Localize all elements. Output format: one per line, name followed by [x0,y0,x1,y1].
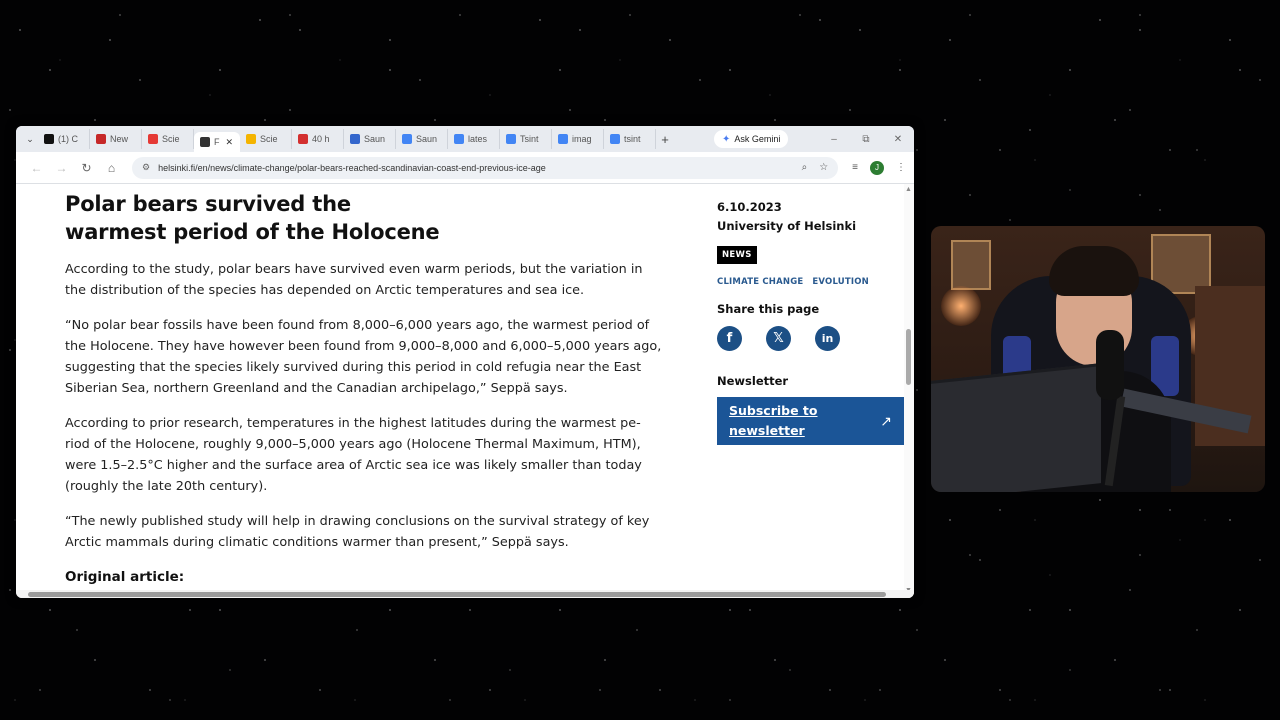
article-paragraph: According to the study, polar bears have… [65,262,643,298]
tab-label: tsint [624,134,641,144]
tab-search-chevron-icon[interactable]: ⌄ [22,134,38,145]
address-bar[interactable]: ⚙ helsinki.fi/en/news/climate-change/pol… [132,156,839,179]
original-article-heading: Original article: [65,569,185,585]
monitor [931,363,1101,492]
linkedin-icon[interactable]: in [815,326,840,351]
tab-label: imag [572,134,592,144]
browser-toolbar: ← → ↻ ⌂ ⚙ helsinki.fi/en/news/climate-ch… [16,152,914,184]
article-sidebar: 6.10.2023 University of Helsinki NEWS CL… [717,198,907,445]
browser-tab[interactable]: Scie [142,129,194,149]
browser-tab[interactable]: 40 h [292,129,344,149]
tab-label: lates [468,134,488,144]
browser-tab[interactable]: Saun [344,129,396,149]
share-heading: Share this page [717,302,820,316]
tag-climate-change[interactable]: CLIMATE CHANGE [717,277,803,287]
bookmark-star-icon[interactable]: ☆ [819,162,828,173]
tab-label: Saun [364,134,386,144]
forward-icon[interactable]: → [49,161,74,175]
social-share-buttons: f 𝕏 in [717,326,907,351]
scroll-up-icon[interactable]: ▲ [905,186,912,193]
hscroll-thumb[interactable] [28,592,886,597]
tab-label: Saun [416,134,438,144]
subscribe-newsletter-button[interactable]: Subscribe to newsletter ↗ [717,397,904,445]
microphone [1096,330,1124,400]
wiki-icon [350,134,360,144]
newsletter-heading: Newsletter [717,374,789,388]
browser-tab[interactable]: tsint [604,129,656,149]
window-controls: – ⧉ ✕ [818,134,914,145]
browser-window: ⌄ (1) C New Scie F ✕ Scie 40 h Saun Saun lates Tsi… [16,126,914,598]
tab-label: 40 h [312,134,330,144]
back-icon[interactable]: ← [24,161,49,175]
google-icon [506,134,516,144]
page-content: Polar bears survived the warmest period … [16,184,914,598]
browser-tab[interactable]: Saun [396,129,448,149]
tab-label: Scie [162,134,180,144]
browser-tab[interactable]: New [90,129,142,149]
topic-tags: CLIMATE CHANGE EVOLUTION [717,277,907,287]
google-icon [402,134,412,144]
tag-evolution[interactable]: EVOLUTION [812,277,869,287]
article-body: Polar bears survived the warmest period … [65,190,665,585]
browser-tab[interactable]: Tsint [500,129,552,149]
x-logo-icon [44,134,54,144]
gemini-spark-icon: ✦ [722,133,731,145]
tab-strip: ⌄ (1) C New Scie F ✕ Scie 40 h Saun Saun lates Tsi… [16,126,914,152]
webcam-overlay [931,226,1265,492]
google-icon [610,134,620,144]
ask-gemini-label: Ask Gemini [734,134,781,144]
string-light [941,286,981,326]
close-window-icon[interactable]: ✕ [882,134,914,145]
browser-tab[interactable]: (1) C [38,129,90,149]
title-line-2: warmest period of the Holocene [65,220,440,244]
title-line-1: Polar bears survived the [65,192,351,216]
cbc-icon [298,134,308,144]
browser-tab[interactable]: Scie [240,129,292,149]
bear-icon [200,137,210,147]
zoom-icon[interactable]: ⌕ [802,162,808,173]
google-icon [454,134,464,144]
arrow-up-right-icon: ↗ [880,412,892,429]
scroll-thumb[interactable] [906,329,911,385]
vertical-scrollbar[interactable]: ▲ ▼ [904,184,914,598]
site-info-icon[interactable]: ⚙ [142,162,150,173]
restore-icon[interactable]: ⧉ [850,134,882,145]
tab-label: (1) C [58,134,78,144]
more-menu-icon[interactable]: ⋮ [896,162,906,173]
new-tab-button[interactable]: + [656,132,674,147]
facebook-icon[interactable]: f [717,326,742,351]
browser-tab[interactable]: lates [448,129,500,149]
tab-label: Scie [260,134,278,144]
organization-name: University of Helsinki [717,219,857,233]
tab-label: New [110,134,129,144]
horizontal-scrollbar[interactable] [16,590,914,598]
wall-poster [951,240,991,290]
subscribe-label: Subscribe to newsletter [729,403,818,438]
science-icon [148,134,158,144]
profile-avatar[interactable]: J [870,160,884,175]
article-paragraph: According to prior research, temperature… [65,416,642,494]
home-icon[interactable]: ⌂ [99,161,124,175]
ask-gemini-button[interactable]: ✦ Ask Gemini [714,130,789,148]
science-icon [246,134,256,144]
publish-date: 6.10.2023 [717,200,782,214]
google-icon [558,134,568,144]
reload-icon[interactable]: ↻ [74,161,99,175]
browser-tab[interactable]: F ✕ [194,132,240,152]
news-icon [96,134,106,144]
x-icon[interactable]: 𝕏 [766,326,791,351]
article-paragraph: “The newly published study will help in … [65,514,650,550]
reading-list-icon[interactable]: ≡ [852,162,858,173]
url-text[interactable]: helsinki.fi/en/news/climate-change/polar… [158,163,790,173]
article-title: Polar bears survived the warmest period … [65,190,665,246]
presenter-hair [1049,246,1139,296]
tab-label: F [214,137,220,147]
close-tab-icon[interactable]: ✕ [226,137,234,148]
minimize-icon[interactable]: – [818,134,850,145]
browser-tab[interactable]: imag [552,129,604,149]
tab-label: Tsint [520,134,539,144]
article-paragraph: “No polar bear fossils have been found f… [65,318,662,396]
news-badge: NEWS [717,246,757,264]
